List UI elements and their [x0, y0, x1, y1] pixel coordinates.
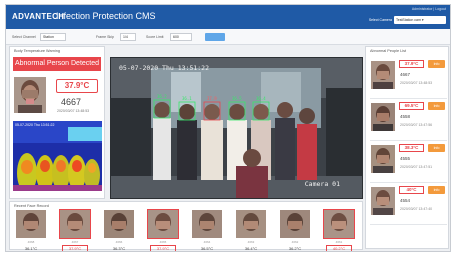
- info-button[interactable]: Info: [428, 60, 445, 68]
- list-temperature: 69.5°C: [399, 102, 424, 110]
- list-person-id: 4558: [400, 114, 411, 119]
- thumbnail-temperature: 36.3°C: [112, 246, 126, 251]
- thumbnail-face-image: [59, 209, 91, 239]
- face-thumbnail[interactable]: 4666 36.3°C: [102, 210, 136, 251]
- list-temperature: 37.9°C: [399, 60, 424, 68]
- list-time: 2020/03/07 13:47:51: [400, 165, 433, 169]
- thumbnail-temperature: 40.2°C: [326, 245, 352, 251]
- face-thumbnail[interactable]: 4663 36.4°C: [234, 210, 268, 251]
- recent-faces-title: Recent Face Record: [14, 204, 49, 208]
- camera-select[interactable]: TestStation cam ▾: [394, 16, 446, 24]
- thumbnail-face-image: [236, 210, 266, 238]
- face-thumbnail[interactable]: 4662 36.2°C: [278, 210, 312, 251]
- cms-window: ADVANTECH Infection Protection CMS Admin…: [5, 4, 451, 252]
- face-thumbnail[interactable]: 4668 36.1°C: [14, 210, 48, 251]
- filter-bar: Select Channel Station Frame Skip 1/4 Sc…: [6, 29, 450, 45]
- thumbnail-temperature: 37.9°C: [150, 245, 176, 251]
- thumbnail-id: 4667: [71, 240, 79, 244]
- thumbnail-id: 4661: [335, 240, 343, 244]
- thumbnail-id: 4662: [291, 240, 299, 244]
- detected-temperature: 37.9°C: [56, 79, 98, 93]
- thermal-timestamp: 05-07-2020 Thu 13:51:22: [15, 123, 55, 127]
- list-face-image: [371, 61, 395, 89]
- list-person-id: 4667: [400, 72, 411, 77]
- app-title: Infection Protection CMS: [56, 11, 156, 21]
- face-temp-tag: 36.1: [182, 96, 192, 101]
- recent-faces-panel: Recent Face Record 4668 36.1°C 4667 37.9…: [9, 201, 363, 251]
- score-limit-label: Score Limit: [146, 35, 164, 39]
- face-temp-tag: 36.4: [256, 96, 266, 101]
- warning-panel: Body Temperature Warning Abnormal Person…: [9, 46, 105, 199]
- thumbnail-face-image: [147, 209, 179, 239]
- score-limit-select[interactable]: 600: [170, 33, 192, 41]
- detected-time: 2020/03/07 13:48:53: [57, 109, 90, 113]
- frame-skip-select[interactable]: 1/4: [120, 33, 136, 41]
- warning-panel-title: Body Temperature Warning: [14, 49, 61, 53]
- info-button[interactable]: Info: [428, 144, 445, 152]
- abnormal-alert-banner: Abnormal Person Detected: [13, 57, 101, 71]
- thumbnail-temperature: 36.2°C: [288, 246, 302, 251]
- thumbnail-face-image: [280, 210, 310, 238]
- face-thumbnail[interactable]: 4661 40.2°C: [322, 209, 356, 251]
- list-face-image: [371, 145, 395, 173]
- list-item[interactable]: 69.5°C Info 4558 2020/03/07 13:47:56: [370, 99, 447, 141]
- face-thumbnail[interactable]: 4667 37.9°C: [58, 209, 92, 251]
- face-temp-tag: 36.5: [232, 96, 242, 101]
- detected-person-id: 4667: [61, 97, 82, 107]
- thumbnail-temperature: 37.9°C: [62, 245, 88, 251]
- thumbnail-id: 4668: [27, 240, 35, 244]
- list-person-id: 4555: [400, 156, 411, 161]
- list-item[interactable]: 40°C Info 4554 2020/03/07 13:47:40: [370, 183, 447, 225]
- channel-select[interactable]: Station: [40, 33, 66, 41]
- thumbnail-id: 4663: [247, 240, 255, 244]
- thumbnail-id: 4665: [159, 240, 167, 244]
- camera-name: Camera 01: [304, 180, 340, 188]
- face-thumbnail[interactable]: 4665 37.9°C: [146, 209, 180, 251]
- frame-skip-label: Frame Skip: [96, 35, 114, 39]
- face-temp-tag: 36.2: [157, 94, 167, 99]
- camera-select-value: TestStation cam ▾: [396, 18, 424, 22]
- face-thumbnail[interactable]: 4664 36.5°C: [190, 210, 224, 251]
- abnormal-list-title: Abnormal People List: [370, 49, 407, 53]
- detected-face-image: [14, 77, 46, 113]
- thumbnail-id: 4664: [203, 240, 211, 244]
- list-face-image: [371, 103, 395, 131]
- list-time: 2020/03/07 13:47:56: [400, 123, 433, 127]
- thumbnail-face-image: [192, 210, 222, 238]
- user-menu[interactable]: Administrator | Logout: [412, 7, 446, 11]
- thermal-camera-view: 05-07-2020 Thu 13:51:22: [13, 121, 102, 191]
- main-camera-view: 05-07-2020 Thu 13:51:22 36.2 36.1 37.9 3…: [110, 57, 363, 199]
- list-person-id: 4554: [400, 198, 411, 203]
- channel-label: Select Channel: [12, 35, 36, 39]
- thumbnail-id: 4666: [115, 240, 123, 244]
- list-time: 2020/03/07 13:47:40: [400, 207, 433, 211]
- list-face-image: [371, 187, 395, 215]
- camera-select-label: Select Camera: [368, 18, 392, 22]
- face-temp-tag: 37.9: [207, 96, 217, 101]
- thumbnail-temperature: 36.4°C: [244, 246, 258, 251]
- thumbnail-temperature: 36.5°C: [200, 246, 214, 251]
- info-button[interactable]: Info: [428, 186, 445, 194]
- camera-timestamp: 05-07-2020 Thu 13:51:22: [119, 64, 210, 72]
- top-header: ADVANTECH Infection Protection CMS Admin…: [6, 5, 450, 29]
- apply-button[interactable]: [205, 33, 225, 41]
- thumbnail-face-image: [104, 210, 134, 238]
- thumbnail-face-image: [16, 210, 46, 238]
- list-time: 2020/03/07 13:48:53: [400, 81, 433, 85]
- abnormal-list-panel: Abnormal People List 37.9°C Info 4667 20…: [365, 46, 449, 249]
- list-item[interactable]: 37.9°C Info 4667 2020/03/07 13:48:53: [370, 57, 447, 99]
- list-temperature: 38.3°C: [399, 144, 424, 152]
- thumbnail-face-image: [323, 209, 355, 239]
- list-item[interactable]: 38.3°C Info 4555 2020/03/07 13:47:51: [370, 141, 447, 183]
- thumbnail-temperature: 36.1°C: [24, 246, 38, 251]
- list-temperature: 40°C: [399, 186, 424, 194]
- info-button[interactable]: Info: [428, 102, 445, 110]
